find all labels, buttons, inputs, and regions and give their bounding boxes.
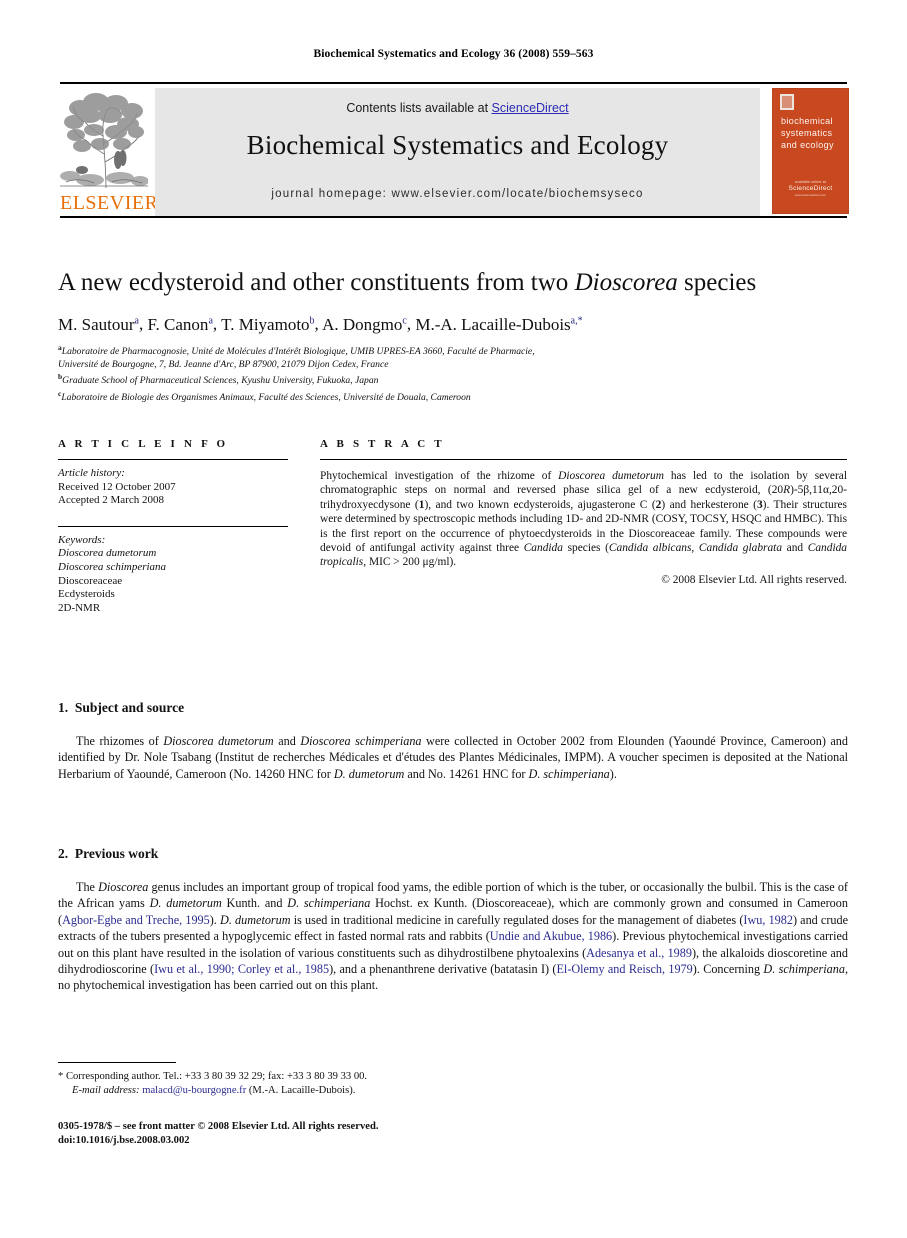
affiliation-item: Université de Bourgogne, 7, Bd. Jeanne d… bbox=[58, 359, 858, 372]
author-item: M. Sautoura bbox=[58, 315, 139, 334]
title-genus-italic: Dioscorea bbox=[574, 269, 678, 296]
affiliation-item: cLaboratoire de Biologie des Organismes … bbox=[58, 388, 858, 405]
email-link[interactable]: malacd@u-bourgogne.fr bbox=[142, 1085, 246, 1096]
article-history-label: Article history: bbox=[58, 467, 125, 479]
section-paragraph: The rhizomes of Dioscorea dumetorum and … bbox=[58, 734, 848, 781]
author-item: A. Dongmoc bbox=[322, 315, 407, 334]
cover-title: biochemical systematics and ecology bbox=[781, 116, 834, 150]
section-previous-work: 2. Previous work The Dioscorea genus inc… bbox=[58, 846, 848, 994]
title-part-2: species bbox=[677, 269, 757, 296]
journal-cover-thumbnail[interactable]: biochemical systematics and ecology avai… bbox=[772, 88, 849, 214]
footnote-block: * Corresponding author. Tel.: +33 3 80 3… bbox=[58, 1070, 558, 1098]
issn-front-matter: 0305-1978/$ – see front matter © 2008 El… bbox=[58, 1121, 379, 1132]
affiliation-text: Laboratoire de Biologie des Organismes A… bbox=[61, 392, 471, 404]
citation-link[interactable]: Undie and Akubue, 1986 bbox=[490, 929, 612, 943]
elsevier-logo: ELSEVIER bbox=[60, 88, 159, 218]
section-number: 2. bbox=[58, 846, 69, 861]
author-affil-marker: a,* bbox=[570, 315, 583, 326]
journal-title: Biochemical Systematics and Ecology bbox=[246, 130, 669, 160]
running-head: Biochemical Systematics and Ecology 36 (… bbox=[313, 48, 594, 60]
doi-line: doi:10.1016/j.bse.2008.03.002 bbox=[58, 1135, 190, 1146]
cover-elsevier-icon bbox=[780, 94, 794, 110]
author-name: M.-A. Lacaille-Dubois bbox=[415, 314, 571, 334]
article-info-block: A R T I C L E I N F O Article history: R… bbox=[58, 438, 288, 615]
cover-footer: available online at ScienceDirect www.sc… bbox=[773, 180, 848, 197]
abstract-heading: A B S T R A C T bbox=[320, 438, 445, 450]
citation-link[interactable]: Agbor-Egbe and Treche, 1995 bbox=[62, 913, 210, 927]
author-name: F. Canon bbox=[147, 314, 209, 334]
email-label: E-mail address: bbox=[72, 1085, 140, 1096]
author-name: M. Sautour bbox=[58, 314, 135, 334]
citation-link[interactable]: Adesanya et al., 1989 bbox=[586, 946, 692, 960]
keyword-item: Dioscoreaceae bbox=[58, 574, 123, 587]
author-name: T. Miyamoto bbox=[221, 314, 310, 334]
author-name: A. Dongmo bbox=[322, 314, 403, 334]
contents-prefix: Contents lists available at bbox=[346, 101, 492, 115]
journal-masthead: ELSEVIER Contents lists available at Sci… bbox=[60, 82, 849, 218]
affiliation-item: aLaboratoire de Pharmacognosie, Unité de… bbox=[58, 342, 858, 359]
affiliation-text: Université de Bourgogne, 7, Bd. Jeanne d… bbox=[58, 358, 389, 370]
affiliation-list: aLaboratoire de Pharmacognosie, Unité de… bbox=[58, 342, 858, 405]
article-received-date: Received 12 October 2007 bbox=[58, 480, 176, 493]
author-affil-marker: a bbox=[134, 315, 139, 326]
cover-sciencedirect-text: ScienceDirect bbox=[788, 185, 833, 192]
abstract-text: Phytochemical investigation of the rhizo… bbox=[320, 470, 848, 569]
elsevier-wordmark: ELSEVIER bbox=[60, 192, 159, 214]
article-history: Article history: Received 12 October 200… bbox=[58, 467, 288, 508]
journal-homepage-line[interactable]: journal homepage: www.elsevier.com/locat… bbox=[155, 188, 760, 200]
section-heading: 1. Subject and source bbox=[58, 700, 848, 716]
section-paragraph: The Dioscorea genus includes an importan… bbox=[58, 880, 848, 993]
affiliation-item: bGraduate School of Pharmaceutical Scien… bbox=[58, 371, 858, 388]
author-affil-marker: c bbox=[402, 315, 407, 326]
contents-available-line: Contents lists available at ScienceDirec… bbox=[155, 101, 760, 115]
article-info-heading: A R T I C L E I N F O bbox=[58, 438, 229, 450]
elsevier-tree-icon bbox=[60, 88, 148, 192]
masthead-bottom-rule bbox=[60, 216, 847, 218]
article-title: A new ecdysteroid and other constituents… bbox=[58, 268, 858, 298]
masthead-top-rule bbox=[60, 82, 847, 84]
keyword-item: Dioscorea schimperiana bbox=[58, 560, 167, 573]
keywords-block: Keywords: Dioscorea dumetorum Dioscorea … bbox=[58, 534, 288, 616]
author-list: M. Sautoura, F. Canona, T. Miyamotob, A.… bbox=[58, 314, 583, 334]
section-subject-and-source: 1. Subject and source The rhizomes of Di… bbox=[58, 700, 848, 782]
section-heading: 2. Previous work bbox=[58, 846, 848, 862]
abstract-block: A B S T R A C T Phytochemical investigat… bbox=[320, 438, 847, 586]
title-part-1: A new ecdysteroid and other constituents… bbox=[58, 269, 575, 296]
section-number: 1. bbox=[58, 700, 69, 715]
affiliation-text: Graduate School of Pharmaceutical Scienc… bbox=[62, 375, 379, 387]
article-accepted-date: Accepted 2 March 2008 bbox=[58, 494, 164, 507]
citation-link[interactable]: El-Olemy and Reisch, 1979 bbox=[556, 962, 692, 976]
keywords-label: Keywords: bbox=[58, 533, 106, 546]
cover-foot-top-text: available online at bbox=[795, 180, 826, 184]
abstract-copyright: © 2008 Elsevier Ltd. All rights reserved… bbox=[661, 573, 847, 586]
email-owner: (M.-A. Lacaille-Dubois). bbox=[248, 1085, 356, 1096]
keyword-item: 2D-NMR bbox=[58, 601, 101, 614]
corresponding-author-note: * Corresponding author. Tel.: +33 3 80 3… bbox=[58, 1071, 368, 1082]
masthead-panel: Contents lists available at ScienceDirec… bbox=[155, 88, 760, 218]
citation-link[interactable]: Iwu, 1982 bbox=[743, 913, 793, 927]
author-item: M.-A. Lacaille-Duboisa,* bbox=[415, 315, 582, 334]
paper-page: Biochemical Systematics and Ecology 36 (… bbox=[0, 0, 907, 1238]
section-title: Subject and source bbox=[74, 700, 185, 715]
sciencedirect-link[interactable]: ScienceDirect bbox=[492, 101, 569, 115]
keywords-rule bbox=[58, 525, 288, 527]
citation-link[interactable]: Iwu et al., 1990; Corley et al., 1985 bbox=[154, 962, 329, 976]
author-affil-marker: b bbox=[309, 315, 315, 326]
keyword-item: Dioscorea dumetorum bbox=[58, 547, 157, 560]
cover-foot-url: www.sciencedirect.com bbox=[794, 193, 827, 197]
author-affil-marker: a bbox=[208, 315, 213, 326]
affiliation-text: Laboratoire de Pharmacognosie, Unité de … bbox=[61, 346, 535, 358]
section-title: Previous work bbox=[74, 846, 159, 861]
author-item: T. Miyamotob bbox=[221, 315, 314, 334]
email-note: E-mail address: malacd@u-bourgogne.fr (M… bbox=[58, 1084, 558, 1098]
abstract-rule bbox=[320, 459, 847, 460]
article-info-rule bbox=[58, 459, 288, 460]
author-item: F. Canona bbox=[147, 315, 212, 334]
keyword-item: Ecdysteroids bbox=[58, 588, 115, 601]
footnote-separator-rule bbox=[58, 1062, 176, 1063]
issn-doi-block: 0305-1978/$ – see front matter © 2008 El… bbox=[58, 1120, 558, 1148]
